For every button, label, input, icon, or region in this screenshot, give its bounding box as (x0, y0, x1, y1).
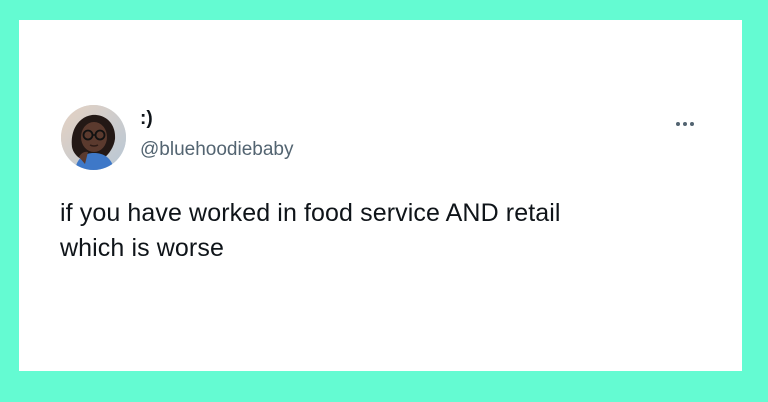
avatar[interactable] (61, 105, 126, 170)
more-options-button[interactable] (670, 112, 700, 136)
avatar-photo-icon (61, 105, 126, 170)
tweet-text: if you have worked in food service AND r… (60, 199, 561, 262)
display-name[interactable]: :) (140, 107, 153, 131)
more-horizontal-icon (676, 122, 694, 126)
tweet-card: :) @bluehoodiebaby if you have worked in… (19, 20, 742, 371)
user-handle[interactable]: @bluehoodiebaby (140, 138, 293, 162)
